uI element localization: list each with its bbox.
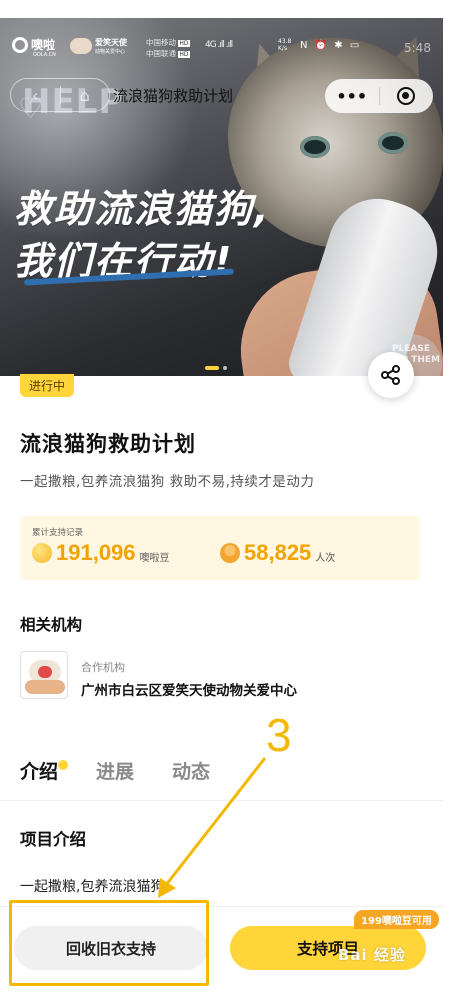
right-margin	[443, 0, 456, 992]
arrow-icon	[158, 757, 267, 898]
